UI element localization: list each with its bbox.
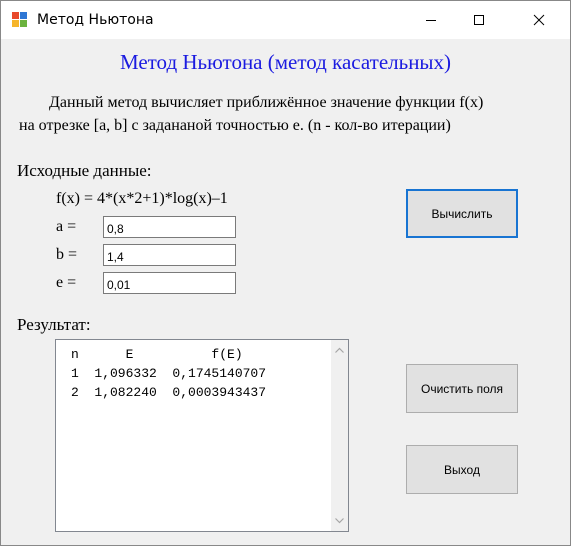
result-listbox[interactable]: n E f(E) 1 1,096332 0,1745140707 2 1,082… xyxy=(55,339,349,532)
app-icon xyxy=(12,12,28,28)
maximize-icon xyxy=(474,15,484,25)
minimize-icon xyxy=(426,20,436,21)
result-section-title: Результат: xyxy=(17,315,91,334)
scroll-down-icon[interactable] xyxy=(331,512,348,529)
b-label: b = xyxy=(56,246,78,263)
listbox-scrollbar[interactable] xyxy=(331,340,348,531)
page-title: Метод Ньютона (метод касательных) xyxy=(119,50,452,74)
function-formula: f(x) = 4*(x*2+1)*log(x)–1 xyxy=(56,190,228,207)
description-line-2: на отрезке [a, b] с задананой точностью … xyxy=(19,117,451,134)
close-icon xyxy=(533,14,545,26)
scroll-up-icon[interactable] xyxy=(331,342,348,359)
e-label: e = xyxy=(56,274,77,291)
title-bar[interactable]: Метод Ньютона xyxy=(1,1,570,39)
description-line-1: Данный метод вычисляет приближённое знач… xyxy=(49,94,484,111)
clear-fields-button[interactable]: Очистить поля xyxy=(406,364,518,413)
exit-button[interactable]: Выход xyxy=(406,445,518,494)
close-button[interactable] xyxy=(516,1,562,39)
window-title: Метод Ньютона xyxy=(37,12,154,28)
result-header: n E f(E) xyxy=(71,347,243,362)
a-label: a = xyxy=(56,218,77,235)
compute-button[interactable]: Вычислить xyxy=(406,189,518,238)
b-input[interactable] xyxy=(103,244,236,266)
a-input[interactable] xyxy=(103,216,236,238)
app-window: Метод Ньютона Метод Ньютона (метод касат… xyxy=(0,0,571,546)
minimize-button[interactable] xyxy=(408,1,454,39)
result-row[interactable]: 2 1,082240 0,0003943437 xyxy=(71,385,266,400)
input-section-title: Исходные данные: xyxy=(17,161,152,180)
result-row[interactable]: 1 1,096332 0,1745140707 xyxy=(71,366,266,381)
maximize-button[interactable] xyxy=(456,1,502,39)
e-input[interactable] xyxy=(103,272,236,294)
